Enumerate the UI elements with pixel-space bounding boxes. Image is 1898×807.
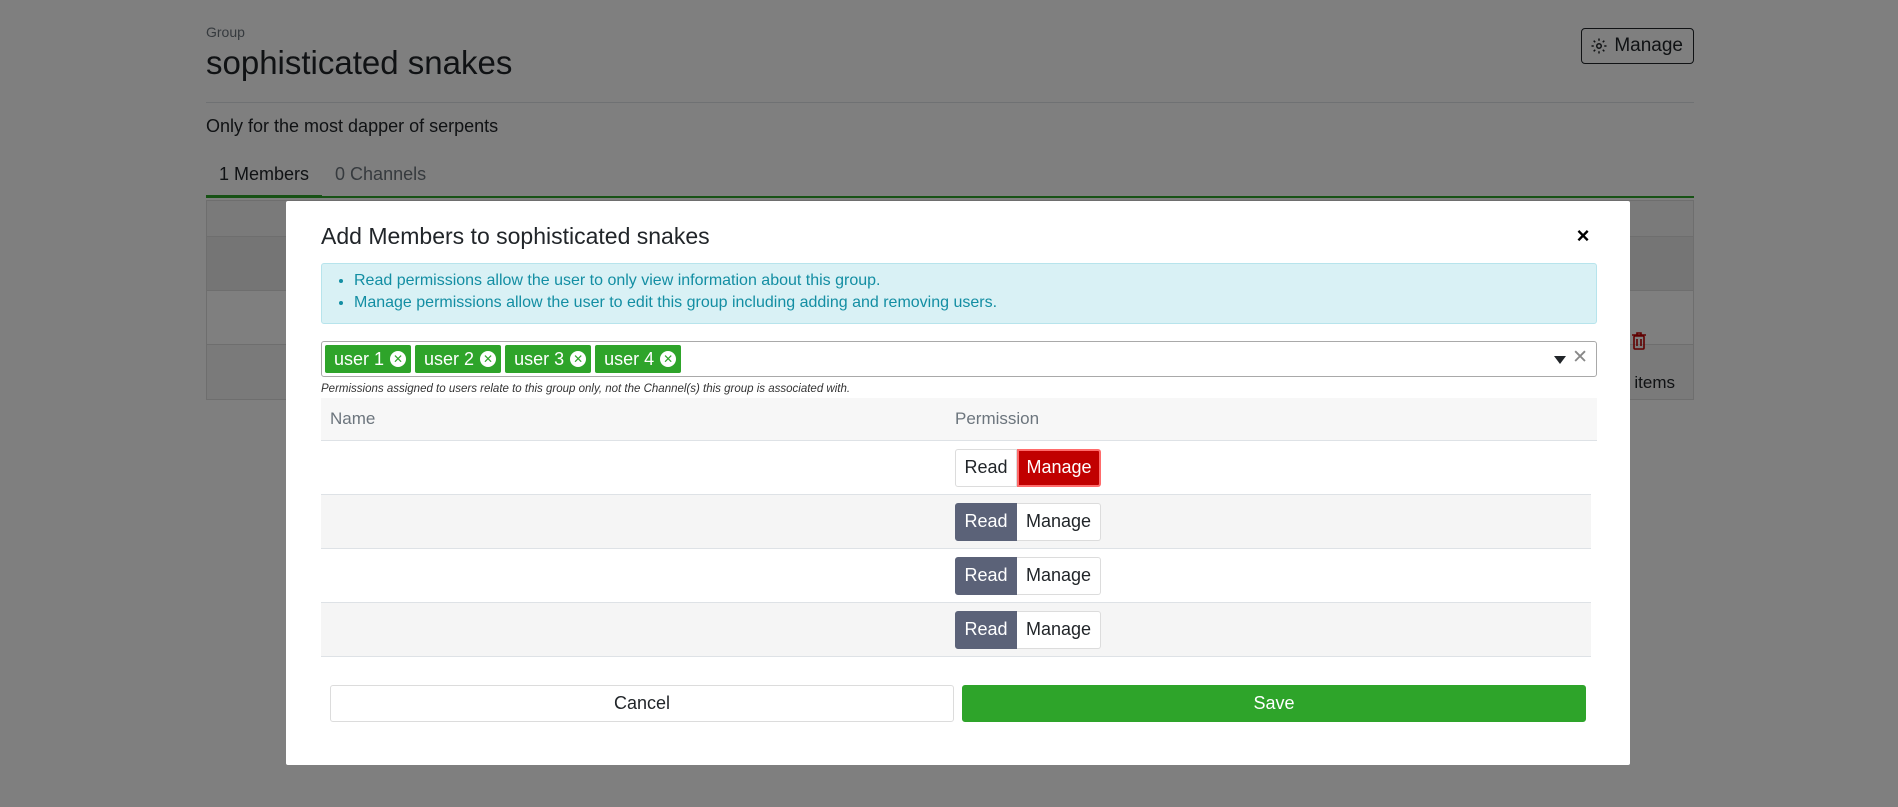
dropdown-caret-icon[interactable] xyxy=(1554,356,1566,364)
cancel-button[interactable]: Cancel xyxy=(330,685,954,722)
modal-title: Add Members to sophisticated snakes xyxy=(321,223,710,249)
info-item-read: Read permissions allow the user to only … xyxy=(354,272,1596,290)
permission-toggle: Read Manage xyxy=(955,610,1101,649)
remove-chip-icon[interactable]: ✕ xyxy=(570,351,587,367)
permission-toggle: Read Manage xyxy=(955,502,1101,541)
user-chip: user 3 ✕ xyxy=(505,345,592,373)
save-button[interactable]: Save xyxy=(962,685,1586,722)
read-button[interactable]: Read xyxy=(955,448,1017,487)
manage-button[interactable]: Manage xyxy=(1017,610,1101,649)
clear-all-icon[interactable]: ✕ xyxy=(1572,348,1588,368)
column-header-permission: Permission xyxy=(955,409,1040,428)
permissions-info-alert: Read permissions allow the user to only … xyxy=(321,263,1597,324)
info-item-manage: Manage permissions allow the user to edi… xyxy=(354,294,1596,312)
remove-chip-icon[interactable]: ✕ xyxy=(390,351,407,367)
user-chip: user 1 ✕ xyxy=(325,345,412,373)
read-button[interactable]: Read xyxy=(955,556,1017,595)
manage-button[interactable]: Manage xyxy=(1017,556,1101,595)
user-chip: user 4 ✕ xyxy=(595,345,682,373)
manage-button[interactable]: Manage xyxy=(1017,502,1101,541)
table-row: Read Manage xyxy=(321,603,1591,657)
user-chip: user 2 ✕ xyxy=(415,345,502,373)
read-button[interactable]: Read xyxy=(955,610,1017,649)
read-button[interactable]: Read xyxy=(955,502,1017,541)
add-members-modal: Add Members to sophisticated snakes × Re… xyxy=(286,201,1630,765)
permission-toggle: Read Manage xyxy=(955,448,1101,487)
permissions-table: Name Permission Read Manage Read Manage … xyxy=(321,398,1597,657)
remove-chip-icon[interactable]: ✕ xyxy=(480,351,497,367)
manage-button[interactable]: Manage xyxy=(1017,448,1101,487)
table-row: Read Manage xyxy=(321,495,1591,549)
user-chip-label: user 3 xyxy=(514,348,565,369)
user-multiselect[interactable]: user 1 ✕ user 2 ✕ user 3 ✕ user 4 ✕ ✕ xyxy=(321,341,1597,377)
table-header: Name Permission xyxy=(321,398,1597,441)
user-chip-label: user 4 xyxy=(604,348,655,369)
user-chip-label: user 2 xyxy=(424,348,475,369)
close-icon[interactable]: × xyxy=(1574,225,1592,247)
permission-toggle: Read Manage xyxy=(955,556,1101,595)
user-chip-label: user 1 xyxy=(334,348,385,369)
column-header-name: Name xyxy=(330,409,376,428)
permissions-note: Permissions assigned to users relate to … xyxy=(321,383,851,395)
table-row: Read Manage xyxy=(321,441,1591,495)
table-row: Read Manage xyxy=(321,549,1591,603)
remove-chip-icon[interactable]: ✕ xyxy=(660,351,677,367)
